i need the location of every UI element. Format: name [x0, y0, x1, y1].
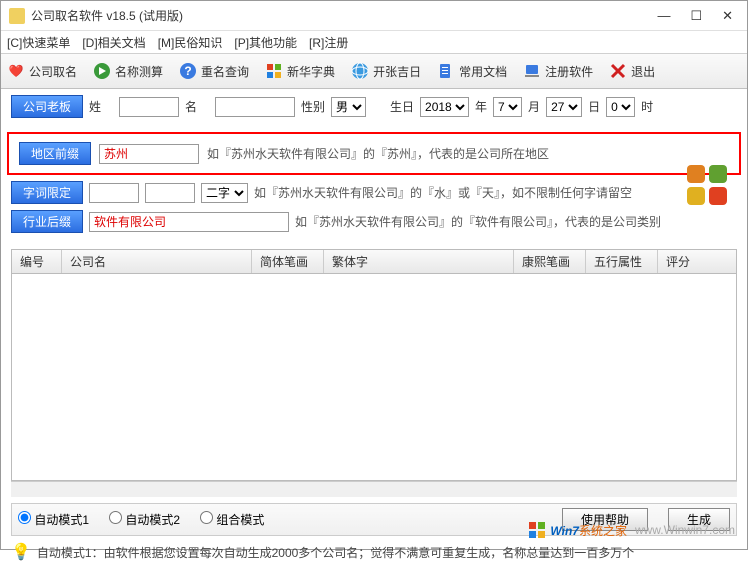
month-select[interactable]: 7 — [493, 97, 522, 117]
row-char: 字词限定 二字 如『苏州水天软件有限公司』的『水』或『天』，如不限制任何字请留空 — [11, 181, 737, 204]
char-count-select[interactable]: 二字 — [201, 183, 248, 203]
surname-label: 姓 — [89, 98, 113, 115]
results-table: 编号 公司名 简体笔画 繁体字 康熙笔画 五行属性 评分 — [11, 249, 737, 481]
windows-icon — [265, 62, 283, 80]
region-input[interactable] — [99, 144, 199, 164]
watermark: Win7系统之家 www.Winwin7.com — [528, 521, 735, 539]
titlebar: 公司取名软件 v18.5 (试用版) — ☐ ✕ — [1, 1, 747, 31]
footer-text: 自动模式1：由软件根据您设置每次自动生成2000多个公司名；觉得不满意可重复生成… — [37, 544, 634, 561]
close-icon — [609, 62, 627, 80]
col-simp[interactable]: 简体笔画 — [252, 250, 324, 273]
char-hint: 如『苏州水天软件有限公司』的『水』或『天』，如不限制任何字请留空 — [254, 184, 632, 201]
table-body[interactable] — [12, 274, 736, 480]
document-icon — [437, 62, 455, 80]
toolbar-duplicate[interactable]: ?重名查询 — [179, 62, 249, 80]
gender-select[interactable]: 男 — [331, 97, 366, 117]
mode3-radio[interactable]: 组合模式 — [200, 511, 264, 528]
toolbar-test[interactable]: 名称测算 — [93, 62, 163, 80]
globe-icon — [351, 62, 369, 80]
col-wuxing[interactable]: 五行属性 — [586, 250, 658, 273]
hour-unit: 时 — [641, 98, 653, 115]
windows-logo-icon — [528, 521, 546, 539]
svg-text:?: ? — [184, 64, 191, 78]
char-button[interactable]: 字词限定 — [11, 181, 83, 204]
mode1-radio[interactable]: 自动模式1 — [18, 511, 89, 528]
form-area: 公司老板 姓 名 性别 男 生日 2018 年 7 月 27 日 0 时 — [1, 89, 747, 128]
hour-select[interactable]: 0 — [606, 97, 635, 117]
menu-folk[interactable]: [M]民俗知识 — [158, 34, 223, 51]
industry-input[interactable] — [89, 212, 289, 232]
table-header: 编号 公司名 简体笔画 繁体字 康熙笔画 五行属性 评分 — [12, 250, 736, 274]
menu-register[interactable]: [R]注册 — [309, 34, 348, 51]
char-input[interactable] — [89, 183, 139, 203]
char-input2[interactable] — [145, 183, 195, 203]
menu-quick[interactable]: [C]快速菜单 — [7, 34, 70, 51]
footer-hint: 💡 自动模式1：由软件根据您设置每次自动生成2000多个公司名；觉得不满意可重复… — [11, 542, 737, 562]
toolbar-commondoc[interactable]: 常用文档 — [437, 62, 507, 80]
col-score[interactable]: 评分 — [658, 250, 736, 273]
industry-hint: 如『苏州水天软件有限公司』的『软件有限公司』，代表的是公司类别 — [295, 213, 661, 230]
toolbar: ❤️公司取名 名称测算 ?重名查询 新华字典 开张吉日 常用文档 注册软件 退出 — [1, 53, 747, 89]
year-unit: 年 — [475, 98, 487, 115]
mode2-radio[interactable]: 自动模式2 — [109, 511, 180, 528]
toolbar-dict[interactable]: 新华字典 — [265, 62, 335, 80]
col-trad[interactable]: 繁体字 — [324, 250, 514, 273]
toolbar-lucky[interactable]: 开张吉日 — [351, 62, 421, 80]
year-select[interactable]: 2018 — [420, 97, 469, 117]
col-kangxi[interactable]: 康熙笔画 — [514, 250, 586, 273]
laptop-icon — [523, 62, 541, 80]
col-name[interactable]: 公司名 — [62, 250, 252, 273]
toolbar-naming[interactable]: ❤️公司取名 — [7, 62, 77, 80]
toolbar-register[interactable]: 注册软件 — [523, 62, 593, 80]
row-boss: 公司老板 姓 名 性别 男 生日 2018 年 7 月 27 日 0 时 — [11, 95, 737, 118]
name-label: 名 — [185, 98, 209, 115]
question-icon: ? — [179, 62, 197, 80]
day-unit: 日 — [588, 98, 600, 115]
region-button[interactable]: 地区前缀 — [19, 142, 91, 165]
menubar: [C]快速菜单 [D]相关文档 [M]民俗知识 [P]其他功能 [R]注册 — [1, 31, 747, 53]
heart-icon: ❤️ — [7, 62, 25, 80]
menu-other[interactable]: [P]其他功能 — [234, 34, 297, 51]
office-icon — [683, 161, 733, 209]
surname-input[interactable] — [119, 97, 179, 117]
arrow-icon — [93, 62, 111, 80]
name-input[interactable] — [215, 97, 295, 117]
row-industry: 行业后缀 如『苏州水天软件有限公司』的『软件有限公司』，代表的是公司类别 — [11, 210, 737, 233]
maximize-button[interactable]: ☐ — [690, 8, 702, 24]
minimize-button[interactable]: — — [657, 8, 670, 24]
boss-button[interactable]: 公司老板 — [11, 95, 83, 118]
col-id[interactable]: 编号 — [12, 250, 62, 273]
region-row-highlight: 地区前缀 如『苏州水天软件有限公司』的『苏州』，代表的是公司所在地区 — [7, 132, 741, 175]
app-icon — [9, 8, 25, 24]
horizontal-scrollbar[interactable] — [11, 481, 737, 497]
gender-label: 性别 — [301, 98, 325, 115]
toolbar-exit[interactable]: 退出 — [609, 62, 655, 80]
window-title: 公司取名软件 v18.5 (试用版) — [31, 7, 657, 24]
month-unit: 月 — [528, 98, 540, 115]
menu-docs[interactable]: [D]相关文档 — [82, 34, 145, 51]
region-hint: 如『苏州水天软件有限公司』的『苏州』，代表的是公司所在地区 — [207, 145, 549, 162]
day-select[interactable]: 27 — [546, 97, 582, 117]
industry-button[interactable]: 行业后缀 — [11, 210, 83, 233]
birth-label: 生日 — [390, 98, 414, 115]
window-controls: — ☐ ✕ — [657, 8, 739, 24]
close-button[interactable]: ✕ — [722, 8, 733, 24]
bulb-icon: 💡 — [11, 542, 31, 562]
